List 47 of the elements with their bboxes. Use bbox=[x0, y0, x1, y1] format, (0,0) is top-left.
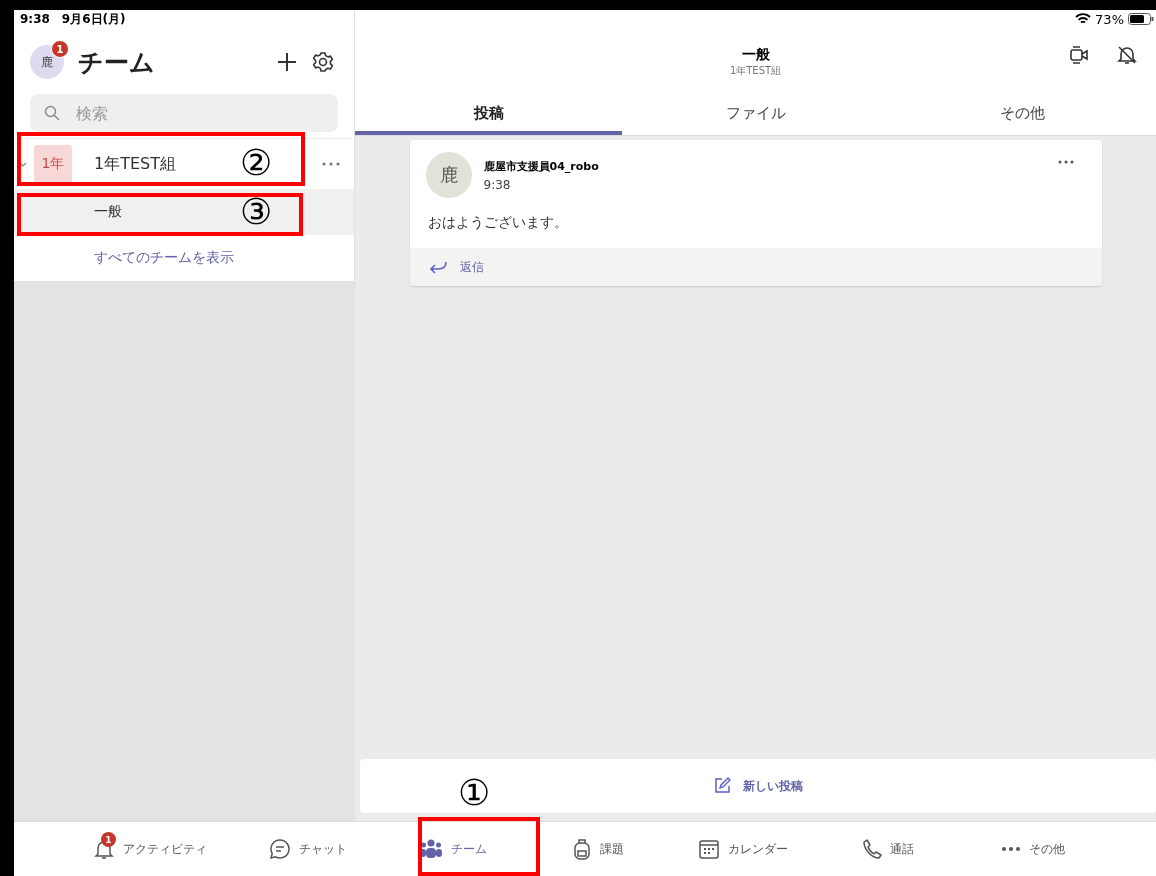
status-date: 9月6日(月) bbox=[61, 10, 126, 28]
phone-icon bbox=[861, 838, 882, 860]
add-icon[interactable] bbox=[276, 51, 298, 73]
compose-icon bbox=[713, 777, 731, 795]
notification-badge: 1 bbox=[51, 40, 69, 58]
nav-item[interactable]: その他 bbox=[960, 822, 1105, 876]
more-icon[interactable] bbox=[1057, 160, 1074, 164]
annotation-number: ② bbox=[240, 145, 272, 181]
video-call-icon[interactable] bbox=[1068, 44, 1090, 66]
search-field[interactable]: 検索 bbox=[30, 94, 338, 132]
chat-icon bbox=[268, 838, 291, 860]
tab[interactable]: ファイル bbox=[622, 95, 889, 135]
team-name[interactable]: 1年TEST組 bbox=[94, 153, 176, 175]
post-time: 9:38 bbox=[483, 177, 512, 192]
show-all-teams-link[interactable]: すべてのチームを表示 bbox=[94, 249, 234, 267]
nav-item[interactable]: 1 アクティビティ bbox=[65, 822, 235, 876]
nav-item[interactable]: 通話 bbox=[815, 822, 960, 876]
channel-title: 一般 bbox=[741, 45, 770, 64]
search-icon bbox=[44, 105, 60, 121]
reply-bar[interactable]: 返信 bbox=[409, 248, 1102, 286]
backpack-icon bbox=[571, 838, 592, 860]
new-post-label: 新しい投稿 bbox=[743, 777, 803, 795]
calendar-icon bbox=[697, 838, 720, 860]
reply-arrow-icon bbox=[427, 260, 448, 274]
nav-item[interactable]: チーム bbox=[380, 822, 525, 876]
tab[interactable]: その他 bbox=[889, 95, 1156, 135]
channel-name: 一般 bbox=[94, 203, 122, 221]
more-icon[interactable] bbox=[322, 162, 340, 166]
wifi-icon bbox=[1075, 13, 1092, 25]
author-name: 鹿屋市支援員04_robo bbox=[483, 158, 600, 174]
nav-item[interactable]: チャット bbox=[235, 822, 380, 876]
bell-muted-icon[interactable] bbox=[1116, 44, 1138, 66]
status-time: 9:38 bbox=[20, 12, 50, 26]
reply-label: 返信 bbox=[459, 258, 484, 276]
battery-percent: 73% bbox=[1095, 11, 1124, 27]
settings-icon[interactable] bbox=[312, 51, 334, 73]
nav-item[interactable]: カレンダー bbox=[670, 822, 815, 876]
nav-item[interactable]: 課題 bbox=[525, 822, 670, 876]
channel-subtitle: 1年TEST組 bbox=[729, 63, 782, 78]
team-avatar: 1年 bbox=[34, 145, 72, 183]
more-icon bbox=[1000, 846, 1021, 852]
annotation-number: ③ bbox=[240, 194, 272, 230]
sidebar-title: チーム bbox=[78, 46, 156, 79]
author-avatar: 鹿 bbox=[425, 152, 472, 198]
post-text: おはようございます。 bbox=[426, 213, 569, 232]
annotation-number: ① bbox=[458, 775, 490, 811]
notification-badge: 1 bbox=[101, 832, 116, 847]
